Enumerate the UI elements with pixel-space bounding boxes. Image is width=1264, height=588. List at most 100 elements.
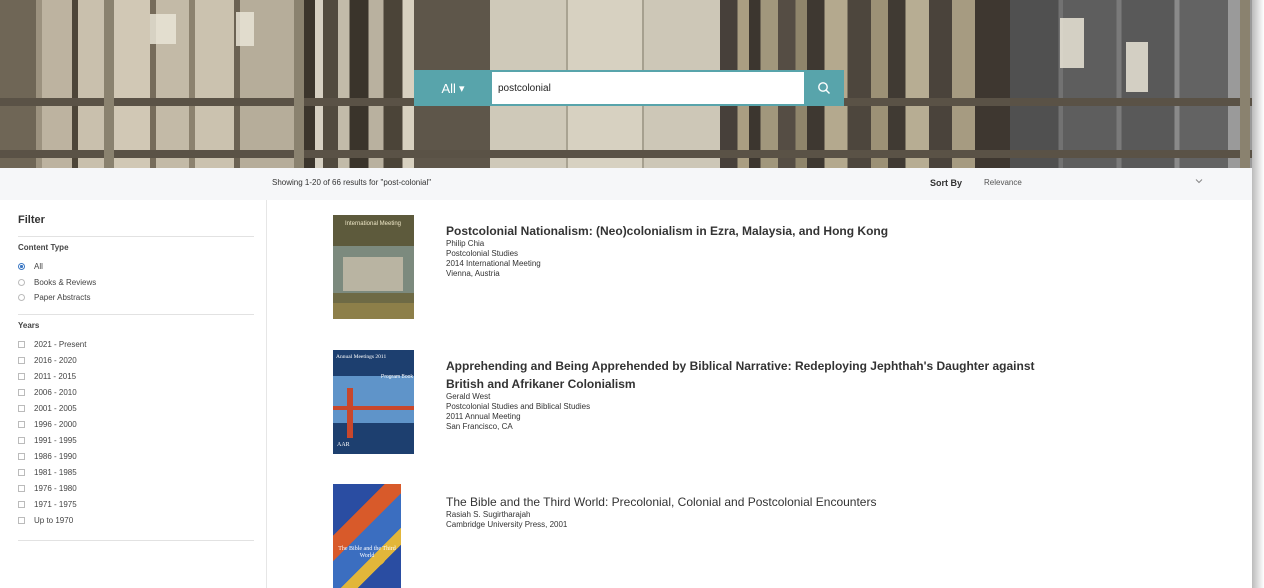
chevron-down-icon <box>1195 179 1203 184</box>
option-label: 1991 - 1995 <box>34 435 77 445</box>
year-option[interactable]: 1996 - 2000 <box>18 418 77 430</box>
box-label <box>1060 18 1084 68</box>
divider <box>18 314 254 315</box>
result-author: Rasiah S. Sugirtharajah <box>446 510 531 519</box>
shelf-upright <box>1240 0 1250 168</box>
year-option[interactable]: 1981 - 1985 <box>18 466 77 478</box>
checkbox[interactable] <box>18 372 25 380</box>
box-label <box>150 14 176 44</box>
search-input[interactable] <box>492 70 804 106</box>
checkbox[interactable] <box>18 484 25 492</box>
year-option[interactable]: 1991 - 1995 <box>18 434 77 446</box>
content-type-heading: Content Type <box>18 243 69 252</box>
year-option[interactable]: 2006 - 2010 <box>18 386 77 398</box>
result-cover-image[interactable]: Annual Meetings 2011 Program Book AAR <box>333 350 414 454</box>
cover-title: Annual Meetings 2011 <box>336 354 387 360</box>
radio[interactable] <box>18 278 25 286</box>
checkbox[interactable] <box>18 356 25 364</box>
cover-title: The Bible and the Third World <box>338 546 396 559</box>
search-icon <box>818 82 830 94</box>
result-author: Gerald West <box>446 392 491 401</box>
result-location: San Francisco, CA <box>446 422 513 431</box>
checkbox[interactable] <box>18 340 25 348</box>
cover-band <box>333 303 414 319</box>
cover-bridge-deck <box>333 406 414 410</box>
result-section: Postcolonial Studies and Biblical Studie… <box>446 402 591 411</box>
checkbox[interactable] <box>18 468 25 476</box>
filter-title: Filter <box>18 214 45 226</box>
option-label: 2001 - 2005 <box>34 403 77 413</box>
year-option[interactable]: 1986 - 1990 <box>18 450 77 462</box>
result-title-link[interactable]: The Bible and the Third World: Precoloni… <box>446 494 876 510</box>
result-item: Apprehending and Being Apprehended by Bi… <box>446 358 1035 432</box>
content-type-option-abstracts[interactable]: Paper Abstracts <box>18 291 90 303</box>
sort-select[interactable]: Relevance <box>980 172 1212 192</box>
result-cover-image[interactable]: The Bible and the Third World <box>333 484 401 588</box>
years-heading: Years <box>18 321 40 330</box>
search-scope-label: All <box>441 80 456 96</box>
cover-title: International Meeting <box>344 221 402 227</box>
checkbox[interactable] <box>18 516 25 524</box>
search-scope-dropdown[interactable]: All ▾ <box>414 70 492 106</box>
option-label: 2016 - 2020 <box>34 355 77 365</box>
option-label: 2021 - Present <box>34 339 87 349</box>
divider <box>18 236 254 237</box>
result-cover-image[interactable]: International Meeting <box>333 215 414 319</box>
year-option[interactable]: 2016 - 2020 <box>18 354 77 366</box>
sort-label: Sort By <box>930 178 963 188</box>
chevron-down-icon: ▾ <box>458 82 465 95</box>
box-label <box>236 12 254 46</box>
option-label: 1986 - 1990 <box>34 451 77 461</box>
year-option[interactable]: 2011 - 2015 <box>18 370 76 382</box>
search-button[interactable] <box>804 70 844 106</box>
option-label: 1976 - 1980 <box>34 483 77 493</box>
content-type-option-all[interactable]: All <box>18 260 43 272</box>
option-label: 1981 - 1985 <box>34 467 77 477</box>
divider <box>18 540 254 541</box>
result-author: Philip Chia <box>446 239 485 248</box>
option-label: Up to 1970 <box>34 515 74 525</box>
result-location: Vienna, Austria <box>446 269 500 278</box>
option-label: 1971 - 1975 <box>34 499 77 509</box>
shelf-rail <box>0 150 1252 158</box>
cover-subtitle: Program Book <box>381 374 413 380</box>
result-meeting: 2011 Annual Meeting <box>446 412 521 421</box>
option-label: 2011 - 2015 <box>34 371 77 381</box>
result-title-link[interactable]: Apprehending and Being Apprehended by Bi… <box>446 358 1035 374</box>
radio[interactable] <box>18 293 25 301</box>
year-option[interactable]: 2001 - 2005 <box>18 402 77 414</box>
radio-selected[interactable] <box>18 262 25 270</box>
search-bar: All ▾ <box>414 70 844 106</box>
result-section: Postcolonial Studies <box>446 249 519 258</box>
checkbox[interactable] <box>18 404 25 412</box>
year-option[interactable]: 1971 - 1975 <box>18 498 77 510</box>
shelf-upright <box>294 0 304 168</box>
result-publisher: Cambridge University Press, 2001 <box>446 520 568 529</box>
cover-footer: AAR <box>337 442 350 448</box>
checkbox[interactable] <box>18 500 25 508</box>
checkbox[interactable] <box>18 436 25 444</box>
shelf-upright <box>104 0 114 168</box>
result-item: The Bible and the Third World: Precoloni… <box>446 494 876 530</box>
result-title-link[interactable]: Postcolonial Nationalism: (Neo)coloniali… <box>446 223 888 239</box>
checkbox[interactable] <box>18 420 25 428</box>
result-item: Postcolonial Nationalism: (Neo)coloniali… <box>446 223 888 279</box>
cover-building-photo <box>343 257 403 291</box>
result-meeting: 2014 International Meeting <box>446 259 541 268</box>
cover-bridge-tower <box>347 388 353 438</box>
box-label <box>1126 42 1148 92</box>
option-label: 1996 - 2000 <box>34 419 77 429</box>
option-label: All <box>34 261 43 271</box>
result-title-continued[interactable]: British and Afrikaner Colonialism <box>446 376 1035 392</box>
sort-value: Relevance <box>984 177 1022 187</box>
option-label: Paper Abstracts <box>34 292 91 302</box>
year-option[interactable]: 1976 - 1980 <box>18 482 77 494</box>
checkbox[interactable] <box>18 452 25 460</box>
page-edge <box>1252 0 1264 588</box>
year-option[interactable]: Up to 1970 <box>18 514 73 526</box>
checkbox[interactable] <box>18 388 25 396</box>
option-label: Books & Reviews <box>34 277 97 287</box>
year-option[interactable]: 2021 - Present <box>18 338 86 350</box>
results-count: Showing 1-20 of 66 results for "post-col… <box>272 178 432 187</box>
content-type-option-books[interactable]: Books & Reviews <box>18 276 96 288</box>
